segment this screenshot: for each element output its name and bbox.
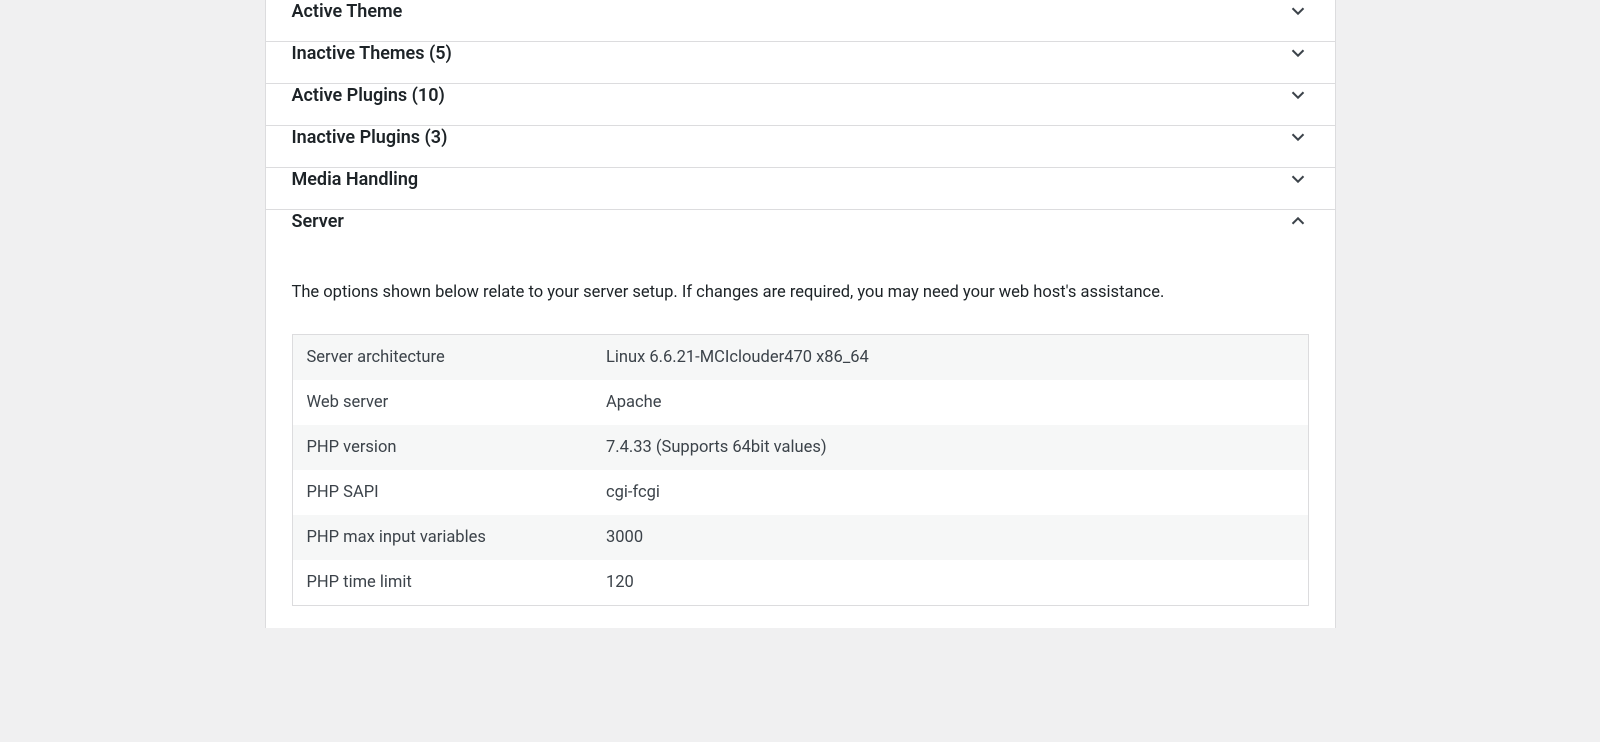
info-label: PHP version <box>292 425 592 470</box>
server-section-body: The options shown below relate to your s… <box>266 281 1335 628</box>
section-header-active-plugins[interactable]: Active Plugins (10) <box>266 84 1335 125</box>
info-value: Linux 6.6.21-MCIclouder470 x86_64 <box>592 334 1308 380</box>
section-title: Server <box>292 211 344 232</box>
info-label: PHP time limit <box>292 560 592 606</box>
info-label: Server architecture <box>292 334 592 380</box>
section-inactive-themes: Inactive Themes (5) <box>266 42 1335 84</box>
info-label: Web server <box>292 380 592 425</box>
section-header-inactive-themes[interactable]: Inactive Themes (5) <box>266 42 1335 83</box>
table-row: Server architecture Linux 6.6.21-MCIclou… <box>292 334 1308 380</box>
info-label: PHP SAPI <box>292 470 592 515</box>
section-server: Server The options shown below relate to… <box>266 210 1335 628</box>
info-value: Apache <box>592 380 1308 425</box>
chevron-down-icon <box>1287 0 1309 22</box>
info-label: PHP max input variables <box>292 515 592 560</box>
server-description: The options shown below relate to your s… <box>292 281 1309 306</box>
section-header-server[interactable]: Server <box>266 210 1335 251</box>
section-active-theme: Active Theme <box>266 0 1335 42</box>
section-title: Active Plugins (10) <box>292 85 445 106</box>
section-header-inactive-plugins[interactable]: Inactive Plugins (3) <box>266 126 1335 167</box>
section-title: Inactive Themes (5) <box>292 43 452 64</box>
section-header-active-theme[interactable]: Active Theme <box>266 0 1335 41</box>
table-row: PHP SAPI cgi-fcgi <box>292 470 1308 515</box>
server-info-table: Server architecture Linux 6.6.21-MCIclou… <box>292 334 1309 606</box>
table-row: PHP max input variables 3000 <box>292 515 1308 560</box>
section-title: Active Theme <box>292 1 403 22</box>
info-value: 3000 <box>592 515 1308 560</box>
section-header-media-handling[interactable]: Media Handling <box>266 168 1335 209</box>
section-title: Inactive Plugins (3) <box>292 127 448 148</box>
info-value: cgi-fcgi <box>592 470 1308 515</box>
info-value: 7.4.33 (Supports 64bit values) <box>592 425 1308 470</box>
table-row: Web server Apache <box>292 380 1308 425</box>
table-row: PHP version 7.4.33 (Supports 64bit value… <box>292 425 1308 470</box>
chevron-up-icon <box>1287 210 1309 232</box>
section-title: Media Handling <box>292 169 419 190</box>
table-row: PHP time limit 120 <box>292 560 1308 606</box>
chevron-down-icon <box>1287 126 1309 148</box>
section-inactive-plugins: Inactive Plugins (3) <box>266 126 1335 168</box>
chevron-down-icon <box>1287 42 1309 64</box>
chevron-down-icon <box>1287 84 1309 106</box>
section-active-plugins: Active Plugins (10) <box>266 84 1335 126</box>
chevron-down-icon <box>1287 168 1309 190</box>
site-health-panel: Active Theme Inactive Themes (5) Active … <box>265 0 1336 628</box>
section-media-handling: Media Handling <box>266 168 1335 210</box>
info-value: 120 <box>592 560 1308 606</box>
